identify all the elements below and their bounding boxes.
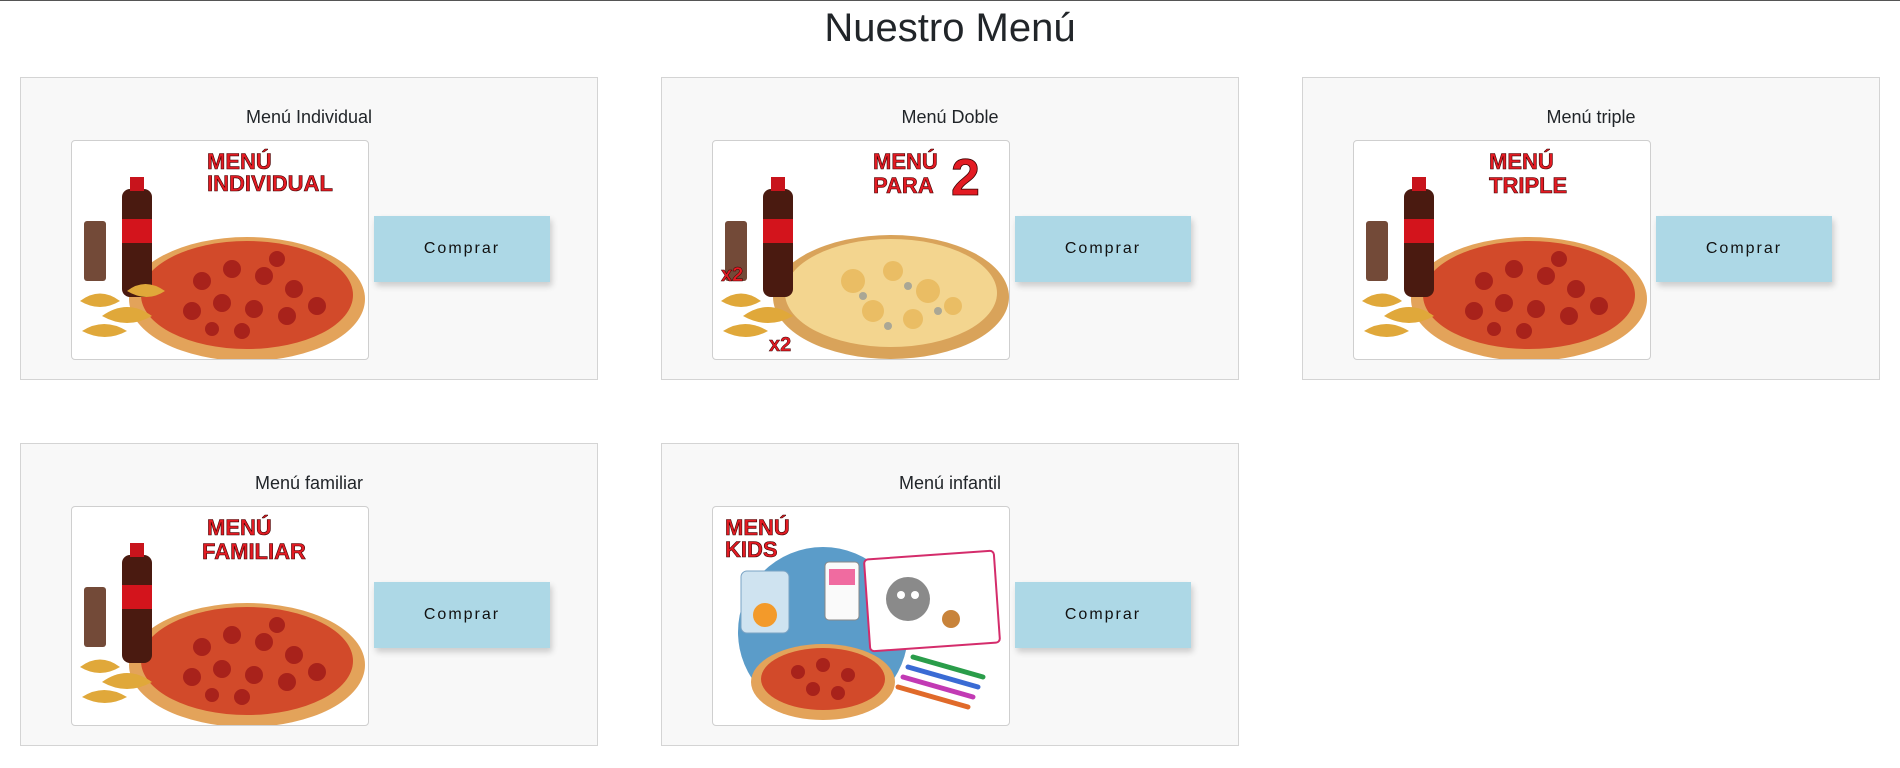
promo-multiplier-sides: x2 (769, 334, 791, 356)
kids-menu-illustration: MENÚ KIDS (725, 515, 1001, 725)
buy-button-doble[interactable]: Comprar (1015, 216, 1191, 282)
promo-number: 2 (951, 149, 980, 207)
card-title: Menú infantil (898, 473, 1002, 493)
card-title: Menú Doble (901, 107, 999, 127)
menu-card-infantil: Menú infantil MENÚ KIDS Comprar (661, 443, 1239, 746)
buy-button-triple[interactable]: Comprar (1656, 216, 1832, 282)
promo-line-2: PARA (873, 173, 934, 198)
promo-line-1: MENÚ (873, 149, 938, 174)
product-image-individual: MENÚ INDIVIDUAL (71, 140, 369, 360)
buy-button-infantil[interactable]: Comprar (1015, 582, 1191, 648)
promo-multiplier-drinks: x2 (721, 264, 743, 286)
card-title: Menú triple (1546, 107, 1636, 127)
top-divider (0, 0, 1900, 1)
promo-line-2: INDIVIDUAL (207, 171, 333, 196)
promo-line-1: MENÚ (1489, 149, 1554, 174)
menu-card-doble: Menú Doble MENÚ PARA 2 x2 x2 Comprar (661, 77, 1239, 380)
page-title: Nuestro Menú (824, 6, 1076, 50)
product-image-triple: MENÚ TRIPLE (1353, 140, 1651, 360)
pizza-combo-illustration: MENÚ FAMILIAR (80, 515, 365, 725)
pizza-combo-illustration: MENÚ TRIPLE (1362, 149, 1647, 359)
product-image-doble: MENÚ PARA 2 x2 x2 (712, 140, 1010, 360)
menu-card-individual: Menú Individual MENÚ INDIVIDUAL Comprar (20, 77, 598, 380)
product-image-infantil: MENÚ KIDS (712, 506, 1010, 726)
pizza-combo-illustration: MENÚ INDIVIDUAL (80, 149, 365, 359)
pizza-combo-illustration: MENÚ PARA 2 x2 x2 (721, 149, 1009, 359)
menu-card-familiar: Menú familiar MENÚ FAMILIAR Comprar (20, 443, 598, 746)
menu-card-triple: Menú triple MENÚ TRIPLE Comprar (1302, 77, 1880, 380)
promo-line-2: KIDS (725, 537, 778, 562)
buy-button-familiar[interactable]: Comprar (374, 582, 550, 648)
promo-line-2: TRIPLE (1489, 173, 1567, 198)
promo-line-1: MENÚ (207, 515, 272, 540)
card-title: Menú familiar (254, 473, 364, 493)
card-title: Menú Individual (245, 107, 373, 127)
product-image-familiar: MENÚ FAMILIAR (71, 506, 369, 726)
buy-button-individual[interactable]: Comprar (374, 216, 550, 282)
promo-line-2: FAMILIAR (202, 539, 306, 564)
